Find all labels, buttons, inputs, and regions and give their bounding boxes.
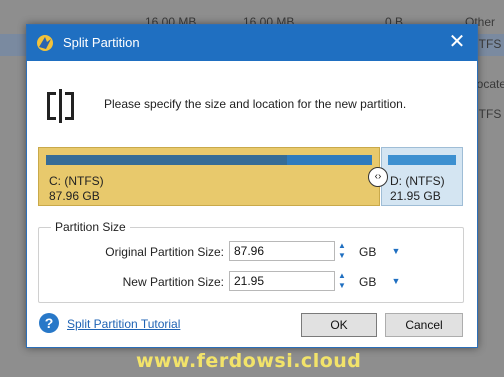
dialog-title: Split Partition — [63, 35, 140, 50]
original-size-unit: GB — [359, 245, 377, 259]
new-size-input[interactable] — [229, 271, 335, 291]
resize-handle-icon[interactable]: ‹› — [368, 167, 388, 187]
partition-c-name: C: (NTFS) — [49, 174, 104, 188]
unit-dropdown-icon[interactable]: ▼ — [390, 241, 402, 261]
unit-dropdown-icon[interactable]: ▼ — [390, 271, 402, 291]
watermark-text: www.ferdowsi.cloud — [136, 350, 362, 372]
partition-d-usage-bar — [388, 155, 456, 165]
partition-d-size: 21.95 GB — [390, 189, 441, 203]
spin-up-icon[interactable]: ▲ — [335, 241, 349, 251]
partition-c-usage-fill — [46, 155, 288, 165]
tutorial-link[interactable]: Split Partition Tutorial — [67, 317, 180, 331]
original-size-input[interactable] — [229, 241, 335, 261]
help-icon[interactable]: ? — [39, 313, 59, 333]
partition-c-block[interactable]: C: (NTFS) 87.96 GB — [38, 147, 380, 206]
split-icon — [45, 89, 77, 123]
app-logo-icon — [35, 33, 55, 53]
new-size-label: New Partition Size: — [122, 275, 224, 289]
new-size-unit: GB — [359, 275, 377, 289]
partition-size-legend: Partition Size — [51, 220, 130, 234]
ok-button[interactable]: OK — [301, 313, 377, 337]
cancel-button[interactable]: Cancel — [385, 313, 463, 337]
spin-up-icon[interactable]: ▲ — [335, 271, 349, 281]
spin-down-icon[interactable]: ▼ — [335, 281, 349, 291]
original-size-spinner[interactable]: ▲ ▼ — [335, 241, 349, 261]
partition-size-group: Partition Size Original Partition Size: … — [38, 220, 464, 303]
instruction-text: Please specify the size and location for… — [104, 97, 407, 111]
close-button[interactable]: ✕ — [445, 29, 469, 55]
spin-down-icon[interactable]: ▼ — [335, 251, 349, 261]
split-partition-dialog: Split Partition ✕ Please specify the siz… — [26, 24, 478, 348]
original-size-label: Original Partition Size: — [105, 245, 224, 259]
new-size-spinner[interactable]: ▲ ▼ — [335, 271, 349, 291]
partition-c-usage-bar — [46, 155, 372, 165]
partition-d-name: D: (NTFS) — [390, 174, 445, 188]
partition-c-size: 87.96 GB — [49, 189, 100, 203]
partition-map: C: (NTFS) 87.96 GB D: (NTFS) 21.95 GB ‹› — [38, 147, 463, 206]
partition-d-block[interactable]: D: (NTFS) 21.95 GB — [381, 147, 463, 206]
dialog-titlebar: Split Partition ✕ — [27, 25, 477, 61]
